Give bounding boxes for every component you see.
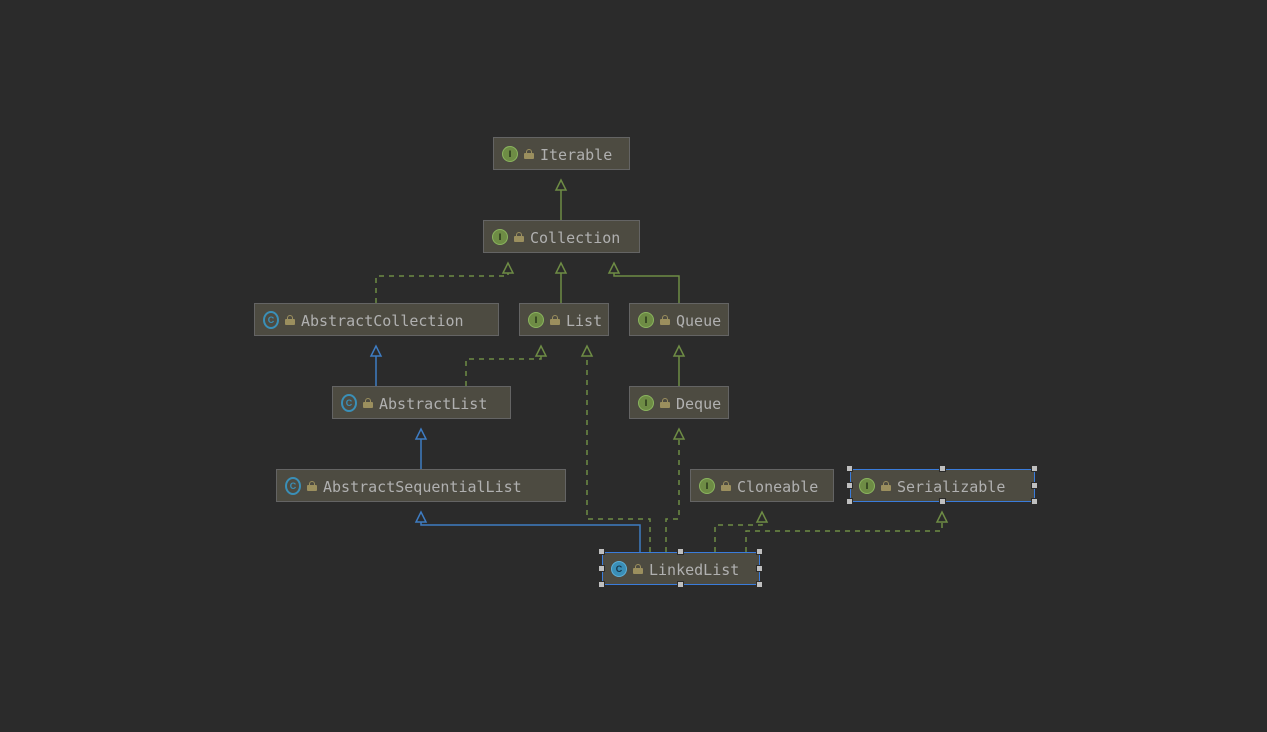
interface-icon: I [502, 146, 518, 162]
lock-icon [363, 398, 373, 408]
interface-icon: I [859, 478, 875, 494]
node-label: AbstractSequentialList [323, 478, 522, 496]
resize-handle[interactable] [678, 582, 683, 587]
resize-handle[interactable] [599, 549, 604, 554]
lock-icon [514, 232, 524, 242]
node-label: Collection [530, 229, 620, 247]
lock-icon [633, 564, 643, 574]
resize-handle[interactable] [678, 549, 683, 554]
resize-handle[interactable] [1032, 483, 1037, 488]
diagram-canvas[interactable]: I Iterable I Collection C AbstractCollection I… [0, 0, 1267, 732]
resize-handle[interactable] [599, 566, 604, 571]
node-cloneable[interactable]: I Cloneable [690, 469, 834, 502]
lock-icon [550, 315, 560, 325]
node-abstractcoll[interactable]: C AbstractCollection [254, 303, 499, 336]
node-list[interactable]: I List [519, 303, 609, 336]
node-label: Queue [676, 312, 721, 330]
resize-handle[interactable] [1032, 466, 1037, 471]
resize-handle[interactable] [757, 549, 762, 554]
lock-icon [285, 315, 295, 325]
node-label: Iterable [540, 146, 612, 164]
interface-icon: I [638, 395, 654, 411]
lock-icon [721, 481, 731, 491]
node-linkedlist[interactable]: C LinkedList [602, 552, 760, 585]
class-icon: C [611, 561, 627, 577]
node-label: Deque [676, 395, 721, 413]
node-label: AbstractCollection [301, 312, 464, 330]
node-label: List [566, 312, 602, 330]
abstract-icon: C [341, 395, 357, 411]
resize-handle[interactable] [1032, 499, 1037, 504]
resize-handle[interactable] [757, 582, 762, 587]
node-label: LinkedList [649, 561, 739, 579]
node-abstractlist[interactable]: C AbstractList [332, 386, 511, 419]
resize-handle[interactable] [940, 499, 945, 504]
node-label: Serializable [897, 478, 1005, 496]
resize-handle[interactable] [757, 566, 762, 571]
node-label: Cloneable [737, 478, 818, 496]
interface-icon: I [528, 312, 544, 328]
node-abstractseqlist[interactable]: C AbstractSequentialList [276, 469, 566, 502]
lock-icon [881, 481, 891, 491]
node-serializable[interactable]: I Serializable [850, 469, 1035, 502]
lock-icon [524, 149, 534, 159]
lock-icon [660, 398, 670, 408]
resize-handle[interactable] [847, 483, 852, 488]
node-iterable[interactable]: I Iterable [493, 137, 630, 170]
node-deque[interactable]: I Deque [629, 386, 729, 419]
resize-handle[interactable] [599, 582, 604, 587]
abstract-icon: C [285, 478, 301, 494]
resize-handle[interactable] [940, 466, 945, 471]
node-collection[interactable]: I Collection [483, 220, 640, 253]
abstract-icon: C [263, 312, 279, 328]
node-queue[interactable]: I Queue [629, 303, 729, 336]
resize-handle[interactable] [847, 499, 852, 504]
lock-icon [307, 481, 317, 491]
interface-icon: I [699, 478, 715, 494]
lock-icon [660, 315, 670, 325]
interface-icon: I [492, 229, 508, 245]
node-label: AbstractList [379, 395, 487, 413]
resize-handle[interactable] [847, 466, 852, 471]
interface-icon: I [638, 312, 654, 328]
